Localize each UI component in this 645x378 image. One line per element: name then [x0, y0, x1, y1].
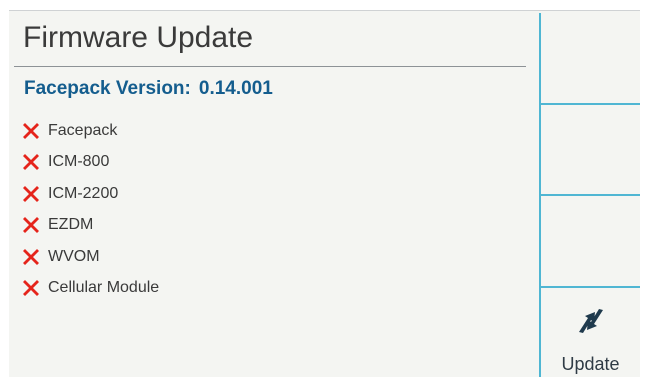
module-label: Facepack	[48, 121, 118, 139]
update-button[interactable]: Update	[541, 288, 640, 377]
softkey-3[interactable]	[541, 196, 640, 288]
facepack-version-label: Facepack Version:	[24, 78, 191, 99]
module-label: WVOM	[48, 247, 100, 265]
main-panel: Firmware Update Facepack Version: 0.14.00…	[9, 11, 539, 377]
update-arrows-icon	[576, 308, 606, 334]
softkey-2[interactable]	[541, 105, 640, 196]
facepack-version-value: 0.14.001	[198, 78, 273, 99]
red-x-icon	[21, 278, 41, 298]
list-item: ICM-2200	[21, 178, 159, 210]
title-divider	[14, 66, 526, 67]
list-item: Facepack	[21, 115, 159, 147]
list-item: WVOM	[21, 241, 159, 273]
list-item: Cellular Module	[21, 273, 159, 305]
red-x-icon	[21, 152, 41, 172]
update-label: Update	[561, 354, 620, 374]
red-x-icon	[21, 247, 41, 267]
module-list: Facepack ICM-800 ICM-2200 EZDM WVOM Cell…	[21, 115, 159, 304]
module-label: EZDM	[48, 216, 94, 234]
softkey-column: Update	[541, 11, 640, 377]
red-x-icon	[21, 215, 41, 235]
softkey-1[interactable]	[541, 11, 640, 105]
list-item: ICM-800	[21, 147, 159, 179]
list-item: EZDM	[21, 210, 159, 242]
page-title: Firmware Update	[23, 21, 254, 54]
facepack-version: Facepack Version: 0.14.001	[24, 78, 273, 100]
red-x-icon	[21, 121, 41, 141]
red-x-icon	[21, 184, 41, 204]
module-label: ICM-2200	[48, 184, 119, 202]
firmware-update-screen: Firmware Update Facepack Version: 0.14.00…	[9, 10, 640, 377]
module-label: Cellular Module	[48, 279, 160, 297]
module-label: ICM-800	[48, 153, 110, 171]
